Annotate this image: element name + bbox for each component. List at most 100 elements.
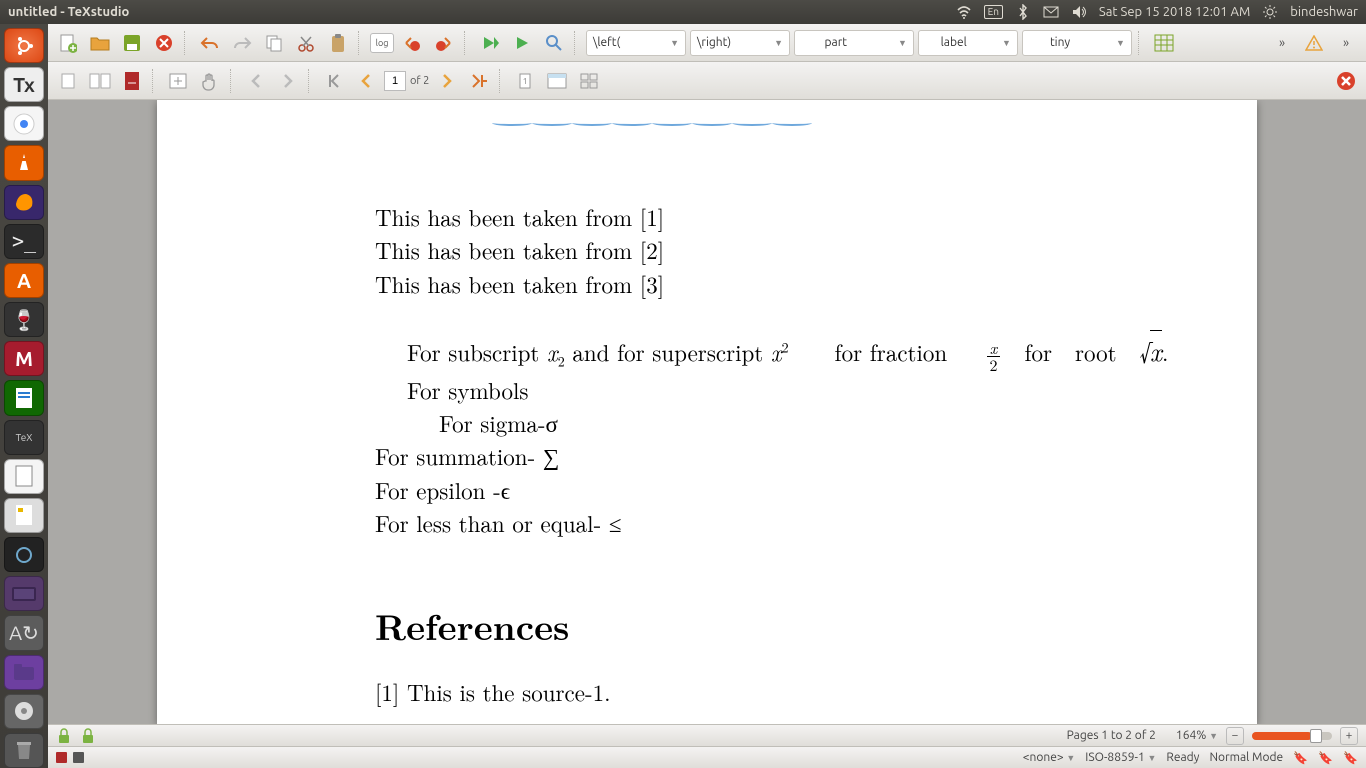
sound-icon[interactable] (1071, 4, 1087, 20)
lock-icon (56, 728, 72, 744)
first-page-button[interactable] (320, 67, 348, 95)
launcher-app-dark[interactable] (4, 537, 44, 572)
launcher-chrome[interactable] (4, 106, 44, 141)
view-button[interactable] (540, 29, 568, 57)
bluetooth-icon[interactable] (1015, 4, 1031, 20)
encoding-indicator[interactable]: ISO-8859-1 ▼ (1085, 751, 1156, 764)
combo-tiny[interactable]: tiny▼ (1022, 30, 1132, 56)
marker-icon (73, 752, 84, 763)
fit-button[interactable] (164, 67, 192, 95)
launcher-libreoffice[interactable] (4, 459, 44, 494)
combo-right[interactable]: \right)▼ (690, 30, 790, 56)
launcher-calc[interactable] (4, 498, 44, 533)
doc-line: For less than or equal- ≤ (375, 506, 1197, 539)
hand-tool-button[interactable] (196, 67, 224, 95)
doc-line: This has been taken from [3] (375, 267, 1197, 300)
ready-label: Ready (1166, 751, 1199, 764)
next-page-button[interactable] (274, 67, 302, 95)
launcher-app-a[interactable]: A (4, 263, 44, 298)
close-viewer-button[interactable] (1332, 67, 1360, 95)
mail-icon[interactable] (1043, 4, 1059, 20)
last-page-button[interactable] (465, 67, 493, 95)
undo-button[interactable] (196, 29, 224, 57)
save-button[interactable] (118, 29, 146, 57)
forward-page-button[interactable] (433, 67, 461, 95)
launcher-updater[interactable]: A↻ (4, 615, 44, 650)
launcher-terminal[interactable]: >_ (4, 224, 44, 259)
launcher-wine[interactable]: 🍷 (4, 302, 44, 337)
doc-line: For epsilon -ϵ (375, 473, 1197, 506)
gear-icon[interactable] (1262, 4, 1278, 20)
paste-button[interactable] (324, 29, 352, 57)
mode-label[interactable]: Normal Mode (1209, 751, 1283, 764)
launcher-writer[interactable] (4, 380, 44, 415)
file-indicator[interactable]: <none> ▼ (1023, 751, 1076, 764)
reference-item: [1] This is the source-1. (375, 675, 1197, 708)
pdf-viewport[interactable]: This has been taken from [1] This has be… (48, 100, 1366, 724)
single-page-button[interactable] (54, 67, 82, 95)
marker-icon (56, 752, 67, 763)
open-file-button[interactable] (86, 29, 114, 57)
viewer-toolbar: of 2 1 (48, 62, 1366, 100)
window-title: untitled - TeXstudio (8, 5, 956, 19)
doc-line: For symbols (407, 373, 1197, 406)
username[interactable]: bindeshwar (1290, 5, 1358, 19)
keyboard-lang[interactable]: En (984, 5, 1003, 19)
zoom-in-button[interactable]: + (1340, 727, 1358, 745)
editor-status-bar: <none> ▼ ISO-8859-1 ▼ Ready Normal Mode … (48, 746, 1366, 768)
doc-line: This has been taken from [1] (375, 200, 1197, 233)
back-page-button[interactable] (352, 67, 380, 95)
pdf-page: This has been taken from [1] This has be… (157, 100, 1257, 724)
bookmark-icon[interactable]: 🔖 (1343, 751, 1358, 765)
copy-button[interactable] (260, 29, 288, 57)
pages-label: Pages 1 to 2 of 2 (1067, 729, 1156, 742)
launcher: Tx >_ A 🍷 M TeX A↻ (0, 24, 48, 768)
compile-button[interactable] (508, 29, 536, 57)
lock-icon (80, 728, 96, 744)
wifi-icon[interactable] (956, 4, 972, 20)
launcher-firefox[interactable] (4, 185, 44, 220)
launcher-disc[interactable] (4, 694, 44, 729)
zoom-actual-button[interactable]: 1 (511, 67, 539, 95)
launcher-dash[interactable] (4, 28, 44, 63)
references-heading: References (375, 599, 1197, 651)
bookmark-icon[interactable]: 🔖 (1318, 751, 1333, 765)
combo-left[interactable]: \left(▼ (586, 30, 686, 56)
grid-button[interactable] (575, 67, 603, 95)
combo-label[interactable]: label▼ (918, 30, 1018, 56)
zoom-slider[interactable] (1252, 732, 1332, 740)
close-button[interactable] (150, 29, 178, 57)
cut-button[interactable] (292, 29, 320, 57)
log-button[interactable]: log (370, 33, 394, 53)
new-file-button[interactable] (54, 29, 82, 57)
zoom-label[interactable]: 164% (1176, 729, 1206, 742)
table-button[interactable] (1150, 29, 1178, 57)
page-number-input[interactable] (384, 71, 406, 91)
two-page-button[interactable] (86, 67, 114, 95)
launcher-texstudio[interactable]: Tx (4, 67, 44, 102)
prev-page-button[interactable] (242, 67, 270, 95)
zoom-out-button[interactable]: − (1226, 727, 1244, 745)
svg-text:1: 1 (523, 77, 528, 86)
combo-part[interactable]: part▼ (794, 30, 914, 56)
build-run-button[interactable] (476, 29, 504, 57)
redo-button[interactable] (228, 29, 256, 57)
doc-line: For sigma-σ (439, 406, 1197, 439)
overflow2-button[interactable]: » (1332, 29, 1360, 57)
launcher-texworks[interactable]: TeX (4, 420, 44, 455)
pdf-icon[interactable] (118, 67, 146, 95)
launcher-mendeley[interactable]: M (4, 341, 44, 376)
datetime[interactable]: Sat Sep 15 2018 12:01 AM (1099, 5, 1250, 19)
back-error-button[interactable] (398, 29, 426, 57)
launcher-keyboard[interactable] (4, 576, 44, 611)
doc-line: This has been taken from [2] (375, 233, 1197, 266)
next-error-button[interactable] (430, 29, 458, 57)
warning-icon[interactable] (1300, 29, 1328, 57)
bookmark-icon[interactable]: 🔖 (1293, 751, 1308, 765)
launcher-vlc[interactable] (4, 145, 44, 180)
launcher-trash[interactable] (4, 733, 44, 768)
overflow-button[interactable]: » (1268, 29, 1296, 57)
doc-math-line: For subscript x2 and for superscript x2 … (407, 330, 1197, 373)
launcher-files[interactable] (4, 655, 44, 690)
window-button[interactable] (543, 67, 571, 95)
